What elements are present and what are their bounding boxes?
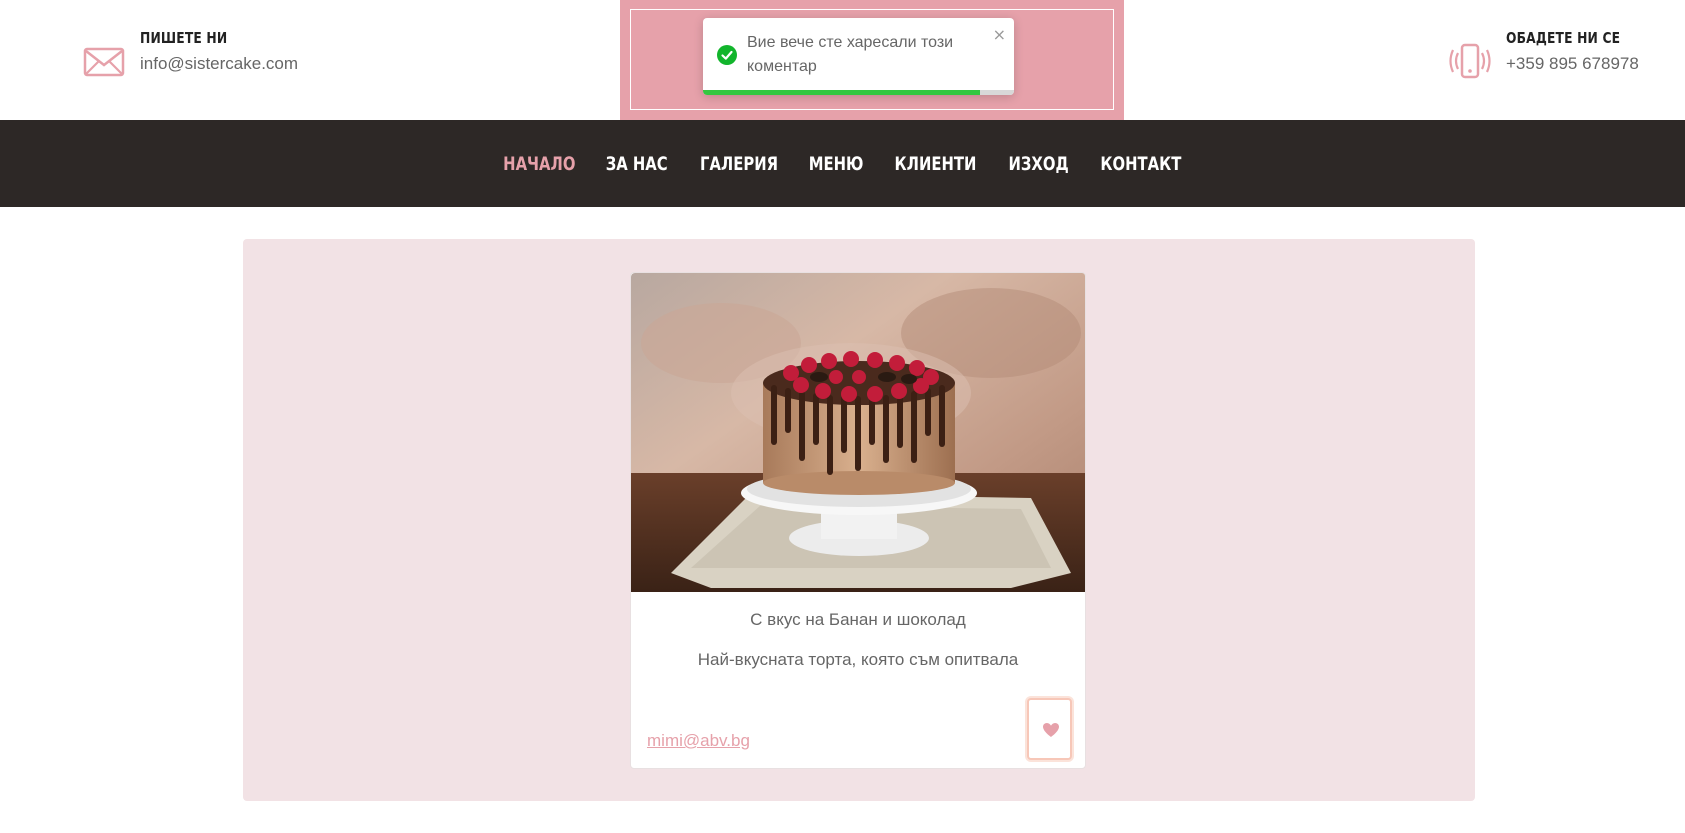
phone-number[interactable]: +359 895 678978 <box>1506 54 1645 74</box>
nav-item-contact[interactable]: КОНТАКТ <box>1097 153 1184 175</box>
toast-message: Вие вече сте харесали този коментар <box>747 34 954 75</box>
nav-item-logout[interactable]: ИЗХОД <box>1005 153 1071 175</box>
phone-contact: ОБАДЕТЕ НИ СЕ +359 895 678978 <box>1449 24 1645 83</box>
email-address[interactable]: info@sistercake.com <box>140 54 298 74</box>
envelope-icon <box>83 47 125 77</box>
close-icon[interactable]: × <box>993 27 1006 43</box>
heart-icon <box>1043 723 1059 737</box>
comment-author-link[interactable]: mimi@abv.bg <box>647 731 750 751</box>
cake-image <box>631 273 1085 592</box>
comment-title: С вкус на Банан и шоколад <box>750 610 966 629</box>
email-contact: ПИШЕТЕ НИ info@sistercake.com <box>83 24 298 83</box>
nav-list: НАЧАЛО ЗА НАС ГАЛЕРИЯ МЕНЮ КЛИЕНТИ ИЗХОД… <box>0 120 1685 207</box>
nav-item-home[interactable]: НАЧАЛО <box>500 153 578 175</box>
email-heading: ПИШЕТЕ НИ <box>140 29 228 47</box>
comment-text: Най-вкусната торта, която съм опитвала <box>697 650 1019 669</box>
nav-item-clients[interactable]: КЛИЕНТИ <box>891 153 979 175</box>
nav-item-menu[interactable]: МЕНЮ <box>805 153 866 175</box>
nav-item-gallery[interactable]: ГАЛЕРИЯ <box>696 153 780 175</box>
top-header: ПИШЕТЕ НИ info@sistercake.com S E ОБАДЕТ… <box>0 0 1685 120</box>
comments-panel: С вкус на Банан и шоколад Най-вкусната т… <box>243 239 1475 801</box>
email-contact-text: ПИШЕТЕ НИ info@sistercake.com <box>140 24 298 74</box>
toast-progress-bar <box>703 90 1014 95</box>
toast-notification: Вие вече сте харесали този коментар × <box>703 18 1014 95</box>
phone-contact-text: ОБАДЕТЕ НИ СЕ +359 895 678978 <box>1506 24 1645 74</box>
check-circle-icon <box>717 45 737 65</box>
toast-progress-fill <box>703 90 980 95</box>
phone-ring-icon <box>1449 43 1491 79</box>
main-navigation: НАЧАЛО ЗА НАС ГАЛЕРИЯ МЕНЮ КЛИЕНТИ ИЗХОД… <box>0 120 1685 207</box>
like-button[interactable] <box>1027 698 1072 760</box>
nav-item-about[interactable]: ЗА НАС <box>603 153 671 175</box>
comment-card: С вкус на Банан и шоколад Най-вкусната т… <box>630 272 1086 769</box>
phone-heading: ОБАДЕТЕ НИ СЕ <box>1506 29 1621 47</box>
